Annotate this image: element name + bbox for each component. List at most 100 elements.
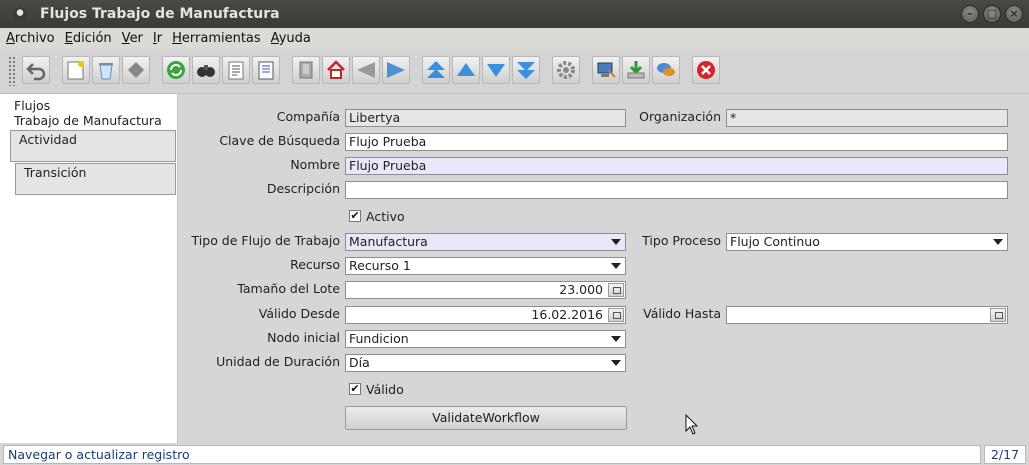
history-button[interactable]	[222, 56, 250, 84]
window-menu-icon[interactable]	[13, 7, 27, 21]
import-button[interactable]	[622, 56, 650, 84]
detail-icon	[387, 62, 405, 78]
parent-icon	[357, 62, 375, 78]
maximize-button[interactable]: □	[983, 5, 1001, 23]
menu-ir[interactable]: Ir	[150, 31, 166, 46]
tipo-proceso-label: Tipo Proceso	[642, 233, 721, 248]
valido-hasta-field[interactable]	[726, 306, 1008, 324]
clave-busqueda-field[interactable]: Flujo Prueba	[345, 133, 1008, 151]
detail-record-button[interactable]	[382, 56, 410, 84]
menu-ver[interactable]: Ver	[119, 31, 147, 46]
tipo-flujo-value: Manufactura	[349, 234, 428, 249]
chat-icon	[657, 63, 675, 76]
menu-herramientas[interactable]: Herramientas	[169, 31, 265, 46]
record-counter[interactable]: 2/17	[984, 445, 1026, 464]
valido-checkbox[interactable]: ✔	[349, 383, 361, 395]
undo-button[interactable]	[22, 56, 50, 84]
undo-icon	[26, 63, 46, 81]
nodo-inicial-value: Fundicion	[349, 331, 409, 346]
organizacion-label: Organización	[639, 109, 721, 124]
window-title-bar: Flujos Trabajo de Manufactura – □ ×	[0, 0, 1029, 28]
tamano-lote-field[interactable]: 23.000	[345, 281, 626, 299]
chevron-down-icon	[993, 239, 1003, 245]
find-icon	[197, 65, 215, 77]
delete-button[interactable]	[92, 56, 120, 84]
tamano-lote-value: 23.000	[559, 282, 603, 297]
calendar-icon[interactable]	[608, 308, 624, 322]
compania-label: Compañía	[276, 109, 340, 124]
export-button[interactable]	[592, 56, 620, 84]
find-button[interactable]	[192, 56, 220, 84]
unidad-duracion-label: Unidad de Duración	[216, 354, 340, 369]
chat-button[interactable]	[652, 56, 680, 84]
compania-field[interactable]: Libertya	[345, 109, 626, 127]
first-record-button[interactable]	[422, 56, 450, 84]
archive-button[interactable]	[292, 56, 320, 84]
minimize-button[interactable]: –	[961, 5, 979, 23]
next-record-icon	[487, 64, 505, 77]
tab-flujos-label-2: Trabajo de Manufactura	[14, 113, 162, 128]
unidad-duracion-select[interactable]: Día	[345, 354, 626, 372]
valido-desde-field[interactable]: 16.02.2016	[345, 306, 626, 324]
tab-transicion[interactable]: Transición	[15, 163, 176, 195]
close-window-button[interactable]: ×	[1005, 5, 1023, 23]
organizacion-field[interactable]: *	[726, 109, 1008, 127]
descripcion-label: Descripción	[266, 181, 340, 196]
next-record-button[interactable]	[482, 56, 510, 84]
valido-label: Válido	[366, 382, 404, 397]
refresh-button[interactable]	[162, 56, 190, 84]
previous-record-button[interactable]	[452, 56, 480, 84]
validate-workflow-button[interactable]: ValidateWorkflow	[345, 406, 627, 430]
tipo-flujo-select[interactable]: Manufactura	[345, 233, 626, 251]
valido-desde-value: 16.02.2016	[531, 307, 603, 322]
toolbar-grip[interactable]	[8, 56, 16, 86]
chevron-down-icon	[611, 336, 621, 342]
valido-hasta-label: Válido Hasta	[643, 306, 721, 321]
calculator-icon[interactable]	[608, 283, 624, 297]
window-controls: – □ ×	[961, 5, 1023, 23]
unidad-duracion-value: Día	[349, 355, 370, 370]
menu-edicion[interactable]: Edición	[62, 31, 116, 46]
parent-record-button[interactable]	[352, 56, 380, 84]
nombre-field[interactable]: Flujo Prueba	[345, 157, 1008, 175]
menu-archivo[interactable]: Archivo	[3, 31, 59, 46]
status-bar: Navegar o actualizar registro 2/17	[0, 444, 1029, 465]
record-form: Compañía Libertya Organización * Clave d…	[178, 94, 1020, 441]
descripcion-field[interactable]	[345, 181, 1008, 199]
history-icon	[228, 61, 244, 80]
process-button[interactable]	[552, 56, 580, 84]
report-icon	[258, 61, 274, 80]
tipo-flujo-label: Tipo de Flujo de Trabajo	[191, 233, 340, 248]
tab-transicion-label: Transición	[24, 165, 87, 180]
recurso-select[interactable]: Recurso 1	[345, 257, 626, 275]
recurso-value: Recurso 1	[349, 258, 411, 273]
status-message: Navegar o actualizar registro	[3, 445, 981, 464]
clave-busqueda-label: Clave de Búsqueda	[219, 133, 340, 148]
nodo-inicial-select[interactable]: Fundicion	[345, 330, 626, 348]
calendar-icon[interactable]	[990, 308, 1006, 322]
new-record-button[interactable]	[62, 56, 90, 84]
import-icon	[627, 61, 645, 79]
valido-desde-label: Válido Desde	[258, 306, 340, 321]
mouse-cursor-icon	[685, 414, 699, 435]
last-record-button[interactable]	[512, 56, 540, 84]
close-button[interactable]	[692, 56, 720, 84]
nodo-inicial-label: Nodo inicial	[267, 330, 340, 345]
tab-flujos-label-1: Flujos	[14, 98, 51, 113]
activo-label: Activo	[366, 209, 405, 224]
menu-ayuda[interactable]: Ayuda	[268, 31, 315, 46]
recurso-label: Recurso	[290, 257, 340, 272]
tipo-proceso-select[interactable]: Flujo Continuo	[726, 233, 1008, 251]
tab-flujos[interactable]: Flujos Trabajo de Manufactura	[8, 96, 176, 130]
nombre-label: Nombre	[290, 157, 340, 172]
report-button[interactable]	[252, 56, 280, 84]
activo-checkbox[interactable]: ✔	[349, 210, 361, 222]
delete-selection-button[interactable]	[122, 56, 150, 84]
close-icon	[697, 61, 715, 79]
delete-selection-icon	[128, 62, 144, 78]
home-icon	[327, 60, 345, 79]
tab-panel: Flujos Trabajo de Manufactura Actividad …	[0, 94, 178, 443]
home-button[interactable]	[322, 56, 350, 84]
last-record-icon	[517, 62, 535, 79]
tab-actividad[interactable]: Actividad	[10, 130, 176, 162]
